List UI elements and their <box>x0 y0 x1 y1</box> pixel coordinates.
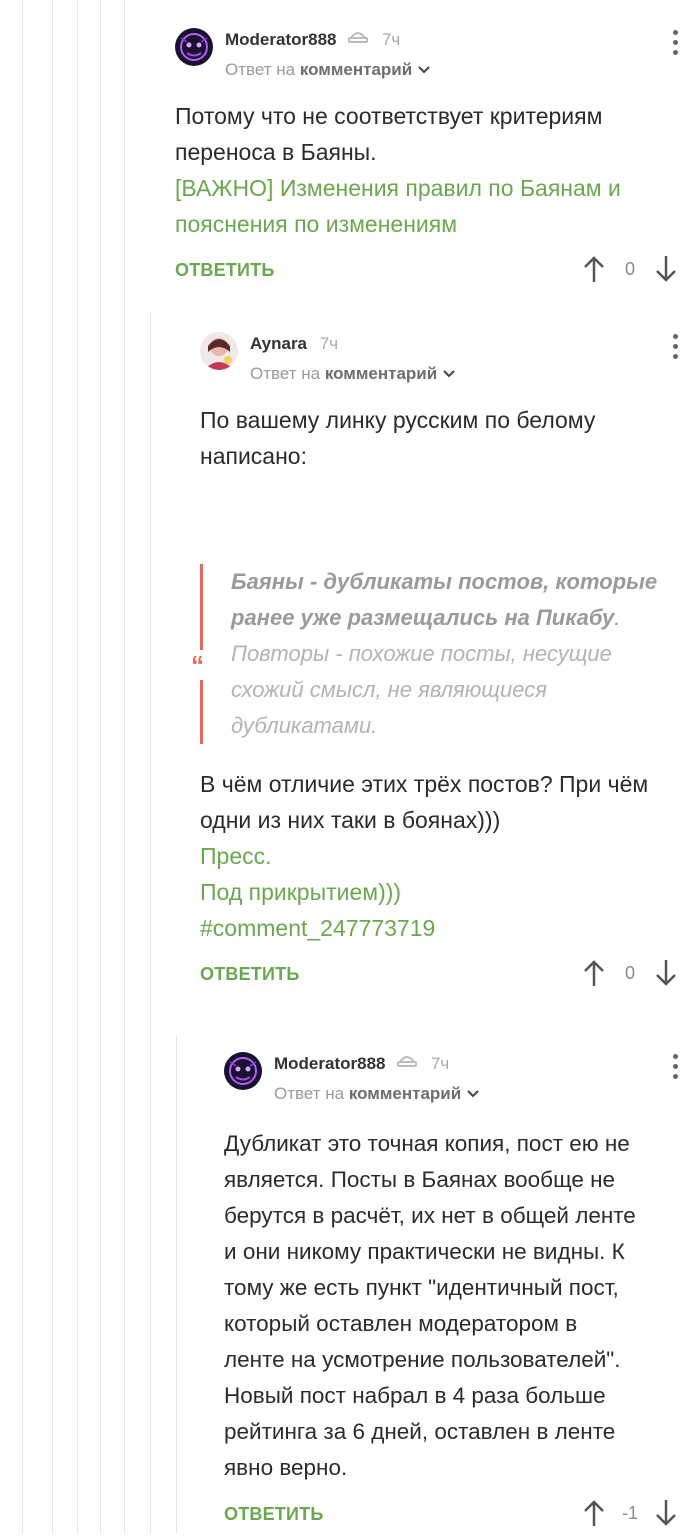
text-line: По вашему линку русским по белому <box>200 407 596 433</box>
thread-line <box>100 0 101 1534</box>
comment: Aynara 7ч Ответ на комментарий По вашему… <box>191 332 680 996</box>
reply-button[interactable]: ОТВЕТИТЬ <box>175 260 274 281</box>
avatar[interactable] <box>224 1052 262 1090</box>
author-name[interactable]: Aynara <box>250 334 307 353</box>
text-line: тому же есть пункт "идентичный пост, <box>224 1275 619 1300</box>
comment-header: Moderator888 7ч Ответ на комментарий <box>224 1052 680 1114</box>
thread-line <box>52 0 53 1534</box>
reply-target[interactable]: комментарий <box>349 1084 461 1103</box>
quote-line: дубликатами. <box>231 713 378 738</box>
blockquote: “ Баяны - дубликаты постов, которые ране… <box>191 564 680 744</box>
text-line: Потому что не соответствует критериям <box>175 103 603 129</box>
downvote-arrow-icon[interactable] <box>652 1498 680 1528</box>
upvote-arrow-icon[interactable] <box>580 958 608 988</box>
comment-actions: ОТВЕТИТЬ 0 <box>175 252 680 292</box>
vote-controls: 0 <box>580 252 680 288</box>
downvote-arrow-icon[interactable] <box>652 958 680 988</box>
quote-icon: “ <box>191 650 204 680</box>
text-line: рейтинга за 6 дней, оставлен в ленте <box>224 1419 616 1444</box>
text-line: переноса в Баяны. <box>175 139 377 165</box>
text-line: который оставлен модератором в <box>224 1311 578 1336</box>
moderator-icon <box>396 1052 418 1077</box>
text-line: является. Посты в Баянах вообще не <box>224 1167 616 1192</box>
avatar[interactable] <box>175 28 213 66</box>
quote-line: Повторы - похожие посты, несущие <box>231 641 612 666</box>
comment-body-continued: В чём отличие этих трёх постов? При чём … <box>200 766 680 946</box>
chevron-down-icon[interactable] <box>417 60 431 79</box>
more-options-icon[interactable] <box>670 30 680 60</box>
moderator-icon <box>347 28 369 53</box>
reply-to[interactable]: Ответ на комментарий <box>274 1082 480 1106</box>
thread-line <box>22 0 23 1534</box>
author-name[interactable]: Moderator888 <box>225 30 336 49</box>
comment-header: Moderator888 7ч Ответ на комментарий <box>175 28 680 90</box>
thread-line[interactable] <box>176 1036 177 1534</box>
post-link[interactable]: Под прикрытием))) <box>200 874 680 910</box>
more-options-icon[interactable] <box>670 334 680 364</box>
avatar[interactable] <box>200 332 238 370</box>
reply-target[interactable]: комментарий <box>300 60 412 79</box>
comment-actions: ОТВЕТИТЬ 0 <box>200 956 680 996</box>
score: 0 <box>624 259 635 279</box>
upvote-arrow-icon[interactable] <box>580 1498 608 1528</box>
comment: Moderator888 7ч Ответ на комментарий Пот… <box>175 28 680 292</box>
vote-controls: -1 <box>580 1496 680 1532</box>
downvote-arrow-icon[interactable] <box>652 254 680 284</box>
more-options-icon[interactable] <box>670 1054 680 1084</box>
comment-body: Дубликат это точная копия, пост ею не яв… <box>224 1126 680 1486</box>
score: 0 <box>624 963 635 983</box>
text-line: Дубликат это точная копия, пост ею не <box>224 1131 630 1156</box>
quote-line: схожий смысл, не являющиеся <box>231 677 548 702</box>
reply-to[interactable]: Ответ на комментарий <box>225 58 431 82</box>
text-line: берутся в расчёт, их нет в общей ленте <box>224 1203 636 1228</box>
reply-target[interactable]: комментарий <box>325 364 437 383</box>
comment-header: Aynara 7ч Ответ на комментарий <box>200 332 680 394</box>
reply-button[interactable]: ОТВЕТИТЬ <box>224 1504 323 1525</box>
comment-link[interactable]: #comment_247773719 <box>200 910 680 946</box>
author-name[interactable]: Moderator888 <box>274 1054 385 1073</box>
comment-body: По вашему линку русским по белому написа… <box>200 402 680 474</box>
thread-line[interactable] <box>124 0 125 1534</box>
reply-prefix: Ответ на <box>250 364 321 383</box>
text-line: ленте на усмотрение пользователей". <box>224 1347 621 1372</box>
upvote-arrow-icon[interactable] <box>580 254 608 284</box>
text-line: одни из них таки в боянах))) <box>200 807 501 833</box>
comment-actions: ОТВЕТИТЬ -1 <box>224 1496 680 1536</box>
score: -1 <box>621 1503 638 1523</box>
comment-body: Потому что не соответствует критериям пе… <box>175 98 680 242</box>
text-line: явно верно. <box>224 1455 348 1480</box>
comment: Moderator888 7ч Ответ на комментарий Дуб… <box>224 1052 680 1536</box>
chevron-down-icon[interactable] <box>442 364 456 383</box>
quote-line: ранее уже размещались на Пикабу. <box>231 605 621 630</box>
reply-button[interactable]: ОТВЕТИТЬ <box>200 964 299 985</box>
post-link[interactable]: Пресс. <box>200 838 680 874</box>
rules-link[interactable]: [ВАЖНО] Изменения правил по Баянам и <box>175 170 680 206</box>
reply-prefix: Ответ на <box>274 1084 345 1103</box>
reply-prefix: Ответ на <box>225 60 296 79</box>
thread-line <box>77 0 78 1534</box>
rules-link[interactable]: пояснения по изменениям <box>175 206 680 242</box>
chevron-down-icon[interactable] <box>466 1084 480 1103</box>
comment-time: 7ч <box>319 334 339 353</box>
text-line: и они никому практически не видны. К <box>224 1239 625 1264</box>
comment-time: 7ч <box>381 30 401 49</box>
thread-line[interactable] <box>150 312 151 1534</box>
vote-controls: 0 <box>580 956 680 992</box>
text-line: написано: <box>200 443 307 469</box>
text-line: Новый пост набрал в 4 раза больше <box>224 1383 606 1408</box>
quote-line: Баяны - дубликаты постов, которые <box>231 569 658 594</box>
comment-time: 7ч <box>430 1054 450 1073</box>
text-line: В чём отличие этих трёх постов? При чём <box>200 771 649 797</box>
reply-to[interactable]: Ответ на комментарий <box>250 362 456 386</box>
